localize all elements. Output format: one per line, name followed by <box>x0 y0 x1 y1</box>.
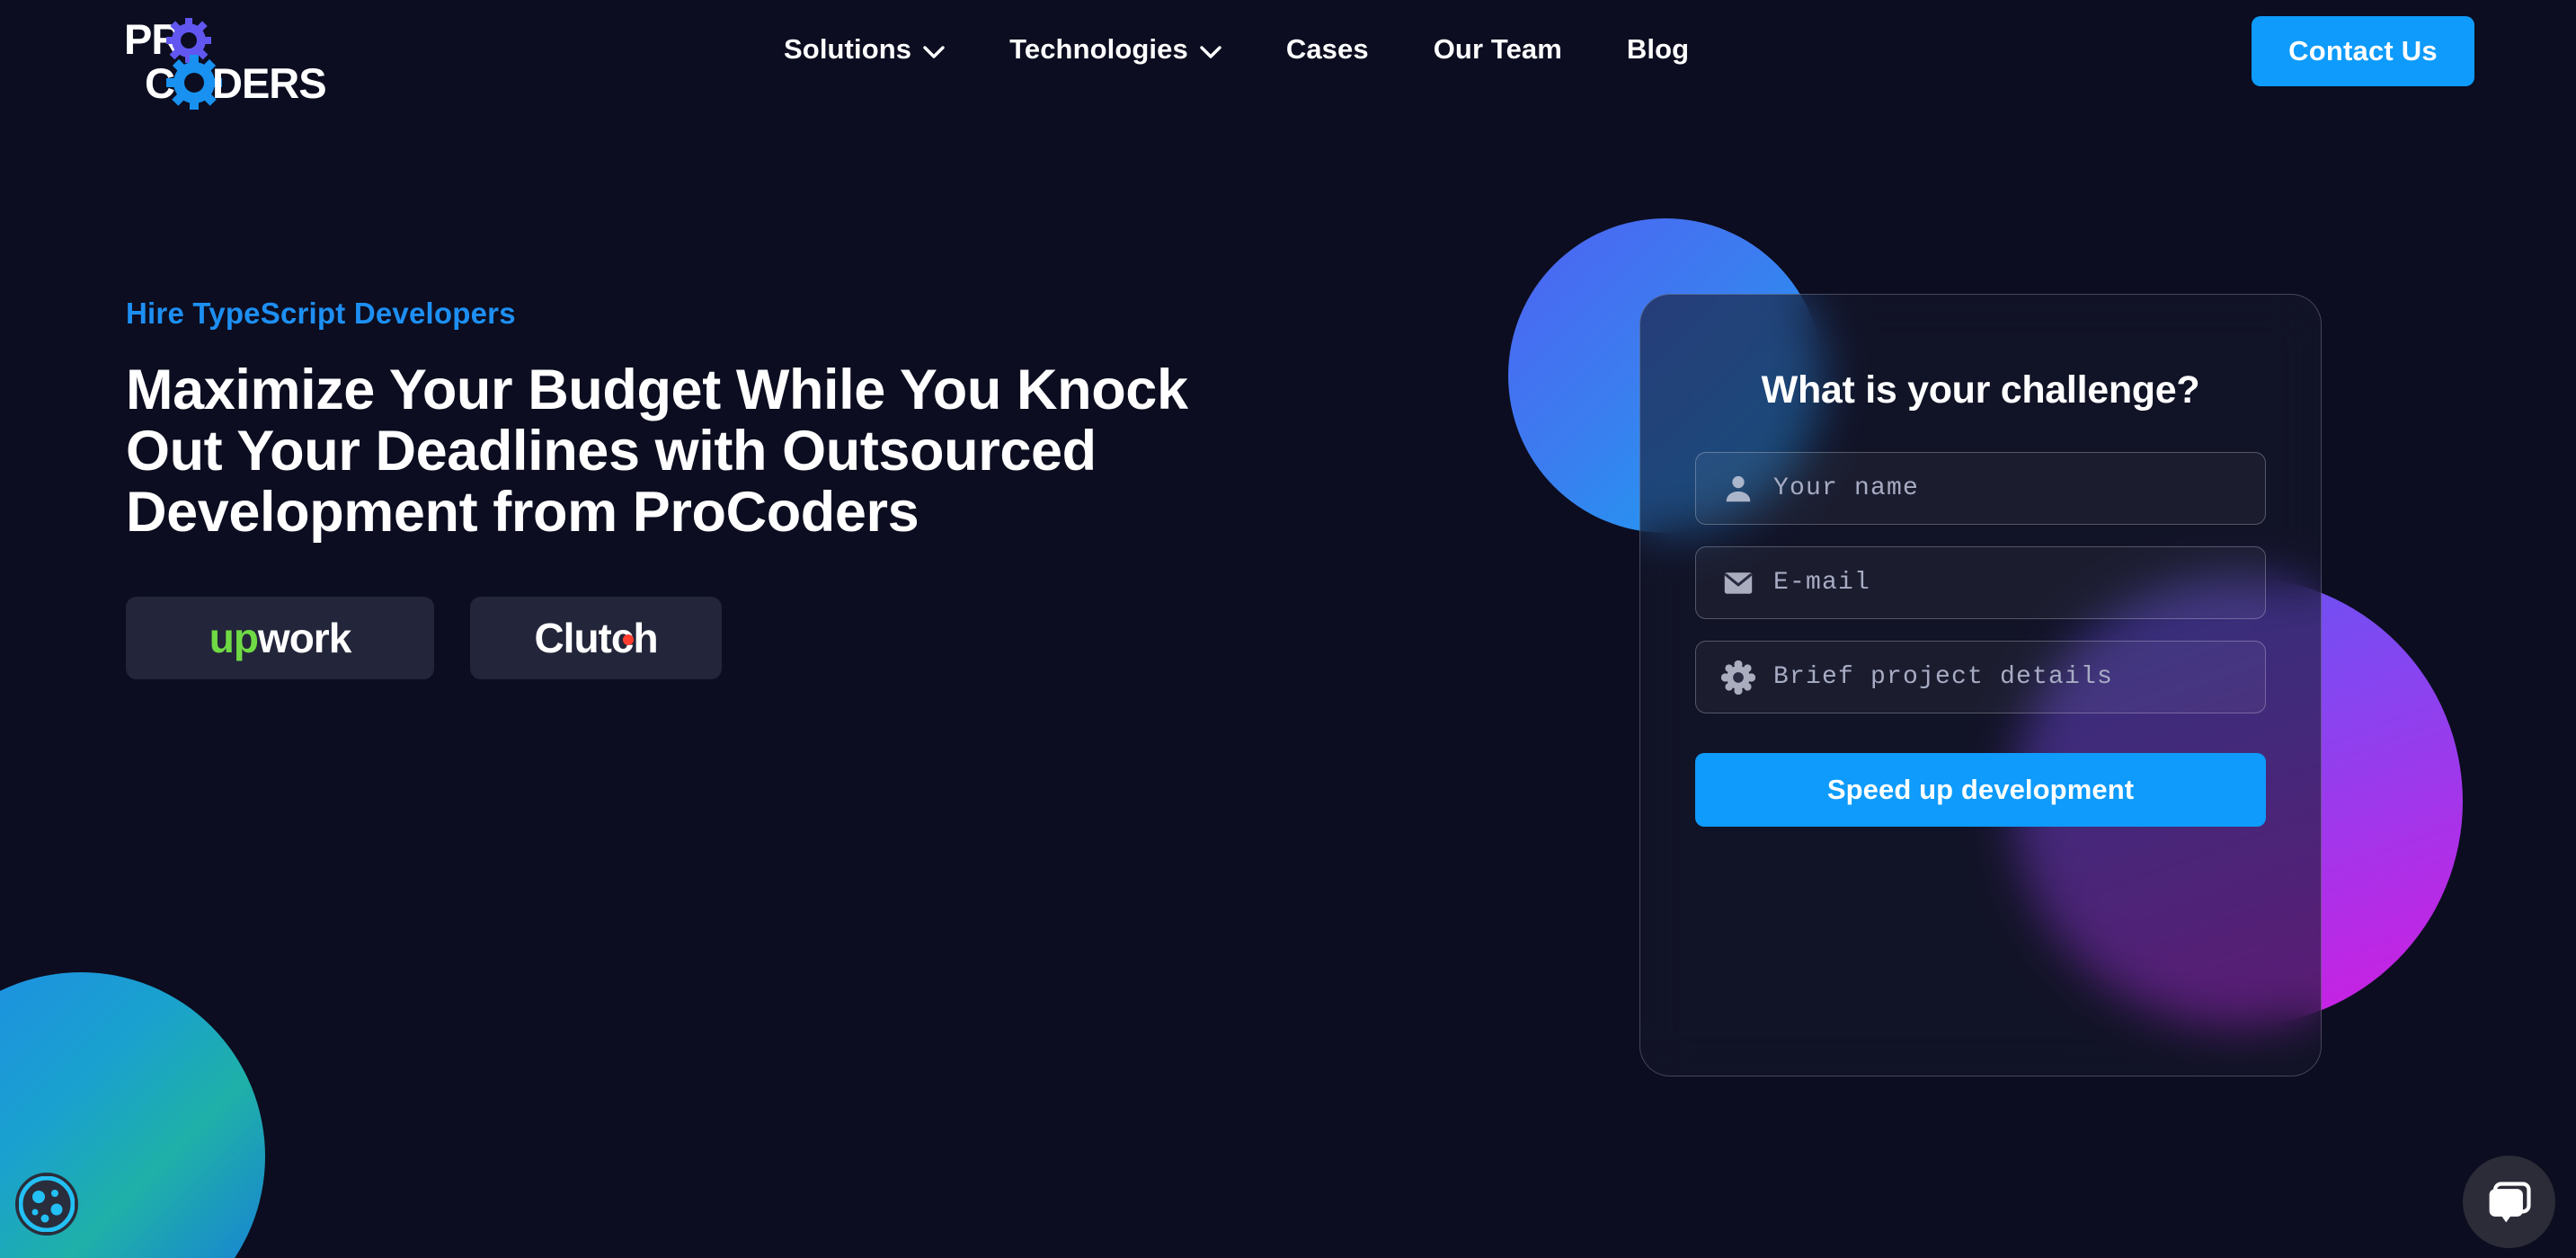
hero-content: Hire TypeScript Developers Maximize Your… <box>126 297 1294 680</box>
chevron-down-icon <box>923 45 945 58</box>
gear-icon <box>1721 660 1755 695</box>
nav-item-technologies[interactable]: Technologies <box>977 33 1254 66</box>
page-title: Maximize Your Budget While You Knock Out… <box>126 359 1188 545</box>
email-field[interactable] <box>1695 546 2266 619</box>
form-title: What is your challenge? <box>1761 368 2200 412</box>
user-icon <box>1726 475 1751 501</box>
nav-item-label: Technologies <box>1009 33 1188 65</box>
envelope-icon <box>1724 571 1753 594</box>
hero-eyebrow: Hire TypeScript Developers <box>126 297 516 330</box>
upwork-badge-label: upwork <box>209 615 352 662</box>
nav-item-label: Blog <box>1626 33 1690 65</box>
logo-svg: PR C DERS <box>124 15 327 111</box>
nav-item-our-team[interactable]: Our Team <box>1401 33 1594 66</box>
review-badges: upwork Clutch <box>126 597 1294 680</box>
chat-widget-button[interactable] <box>2463 1156 2555 1248</box>
nav-item-label: Our Team <box>1433 33 1562 65</box>
site-header: PR C DERS Solutions Technologies Cases O… <box>0 0 2576 117</box>
chat-bubble-icon <box>2489 1181 2531 1222</box>
clutch-badge-label: Clutch <box>534 615 658 662</box>
nav-item-solutions[interactable]: Solutions <box>751 33 977 66</box>
email-input[interactable] <box>1773 547 2265 618</box>
details-field[interactable] <box>1695 641 2266 713</box>
chevron-down-icon <box>1200 45 1221 58</box>
details-input[interactable] <box>1773 642 2265 713</box>
clutch-badge[interactable]: Clutch <box>470 597 722 680</box>
main-navigation: Solutions Technologies Cases Our Team Bl… <box>751 33 1721 66</box>
nav-item-label: Cases <box>1285 33 1369 65</box>
name-input[interactable] <box>1773 453 2265 524</box>
name-field[interactable] <box>1695 452 2266 525</box>
upwork-badge[interactable]: upwork <box>126 597 434 680</box>
contact-us-button[interactable]: Contact Us <box>2252 16 2474 86</box>
gear-small-icon <box>166 18 211 63</box>
cookie-settings-button[interactable] <box>15 1173 78 1236</box>
speed-up-development-button[interactable]: Speed up development <box>1695 753 2266 827</box>
nav-item-blog[interactable]: Blog <box>1594 33 1721 66</box>
cookie-icon <box>18 1175 76 1233</box>
svg-text:DERS: DERS <box>212 59 326 107</box>
procoders-logo[interactable]: PR C DERS <box>124 13 340 111</box>
nav-item-cases[interactable]: Cases <box>1254 33 1401 66</box>
contact-form-card: What is your challenge? Your name E-mail… <box>1639 294 2322 1076</box>
nav-item-label: Solutions <box>784 33 912 65</box>
hero-page: PR C DERS Solutions Technologies Cases O… <box>0 0 2576 1258</box>
